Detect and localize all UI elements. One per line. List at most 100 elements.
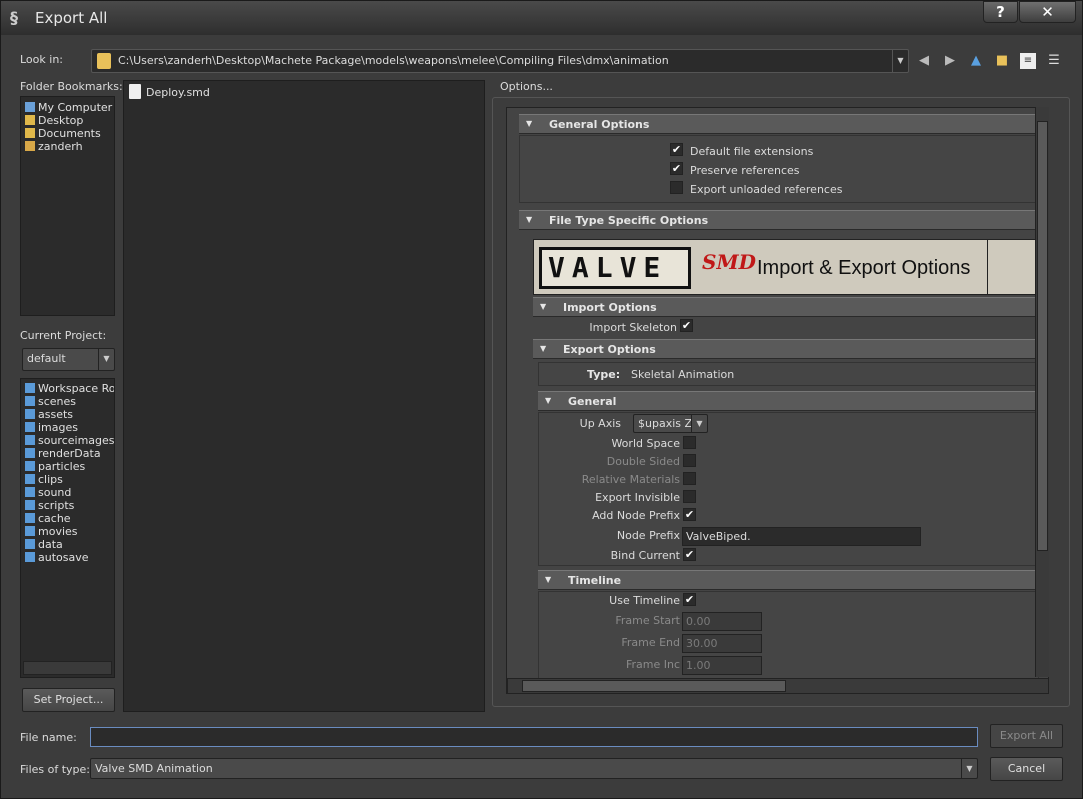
node-prefix-label: Node Prefix	[616, 529, 680, 542]
banner-text: Import & Export Options	[757, 257, 971, 279]
files-of-type-label: Files of type:	[20, 763, 91, 776]
project-folder-label: data	[38, 538, 63, 551]
project-folder-item[interactable]: sourceimages	[25, 434, 114, 447]
project-folders-list: Workspace Roo scenes assets images sourceima…	[20, 378, 115, 678]
project-folder-item[interactable]: sound	[25, 486, 71, 499]
up-axis-value: $upaxis Z	[638, 417, 693, 430]
frame-inc-input[interactable]: 1.00	[682, 656, 762, 675]
section-title: General Options	[549, 118, 650, 131]
back-arrow-icon[interactable]: ◀	[916, 53, 932, 69]
double-sided-checkbox[interactable]	[683, 454, 696, 467]
project-folder-label: particles	[38, 460, 86, 473]
project-folder-item[interactable]: assets	[25, 408, 73, 421]
project-folder-item[interactable]: autosave	[25, 551, 89, 564]
window-title: Export All	[35, 9, 108, 27]
project-folder-label: scenes	[38, 395, 77, 408]
export-options-header[interactable]: ▼ Export Options	[533, 339, 1039, 359]
project-folder-label: cache	[38, 512, 71, 525]
double-sided-label: Double Sided	[606, 455, 680, 468]
project-folder-item[interactable]: images	[25, 421, 78, 434]
bookmark-label: Desktop	[38, 114, 84, 127]
chevron-down-icon[interactable]: ▼	[98, 349, 114, 370]
import-options-header[interactable]: ▼ Import Options	[533, 297, 1039, 317]
bookmark-item[interactable]: Documents	[25, 127, 101, 140]
world-space-checkbox[interactable]	[683, 436, 696, 449]
options-vertical-scrollbar[interactable]	[1035, 107, 1049, 677]
bookmark-item[interactable]: My Computer	[25, 101, 112, 114]
default-file-extensions-checkbox[interactable]: ✔	[670, 143, 683, 156]
close-button[interactable]: ✕	[1019, 1, 1076, 23]
file-name-input[interactable]	[90, 727, 978, 747]
type-value: Skeletal Animation	[631, 368, 735, 381]
folder-icon	[25, 474, 35, 484]
options-horizontal-scrollbar[interactable]	[507, 678, 1048, 693]
project-folder-item[interactable]: scripts	[25, 499, 74, 512]
general-options-header[interactable]: ▼ General Options	[519, 114, 1039, 134]
list-view-icon[interactable]: ≡	[1020, 53, 1036, 69]
project-folder-item[interactable]: renderData	[25, 447, 101, 460]
up-axis-combo[interactable]: $upaxis Z ▼	[633, 414, 708, 433]
project-folder-item[interactable]: scenes	[25, 395, 76, 408]
detail-view-icon[interactable]: ☰	[1046, 53, 1062, 69]
export-all-button[interactable]: Export All	[990, 724, 1063, 748]
bookmark-label: My Computer	[38, 101, 113, 114]
project-folder-item[interactable]: Workspace Roo	[25, 382, 114, 395]
add-node-prefix-checkbox[interactable]: ✔	[683, 508, 696, 521]
project-folder-item[interactable]: cache	[25, 512, 71, 525]
folder-icon	[25, 422, 35, 432]
project-folder-item[interactable]: data	[25, 538, 63, 551]
parent-folder-icon[interactable]: ▲	[968, 53, 984, 69]
project-value: default	[27, 352, 66, 365]
frame-end-label: Frame End	[621, 636, 680, 649]
folder-icon	[25, 383, 35, 393]
frame-inc-label: Frame Inc	[625, 658, 680, 671]
relative-materials-checkbox[interactable]	[683, 472, 696, 485]
add-node-prefix-label: Add Node Prefix	[592, 509, 680, 522]
preserve-references-label: Preserve references	[690, 164, 800, 177]
timeline-section-header[interactable]: ▼ Timeline	[538, 570, 1039, 590]
export-invisible-checkbox[interactable]	[683, 490, 696, 503]
project-folder-item[interactable]: clips	[25, 473, 63, 486]
bind-current-checkbox[interactable]: ✔	[683, 548, 696, 561]
export-unloaded-references-checkbox[interactable]	[670, 181, 683, 194]
set-project-button[interactable]: Set Project...	[22, 688, 115, 712]
project-folder-label: clips	[38, 473, 63, 486]
folder-icon	[25, 500, 35, 510]
lookin-combo[interactable]: C:\Users\zanderh\Desktop\Machete Package…	[91, 49, 909, 73]
folder-icon	[97, 53, 111, 69]
collapse-triangle-icon: ▼	[526, 215, 533, 224]
general-section-header[interactable]: ▼ General	[538, 391, 1039, 411]
new-folder-icon[interactable]: ■	[994, 53, 1010, 69]
preserve-references-checkbox[interactable]: ✔	[670, 162, 683, 175]
horizontal-scrollbar[interactable]	[23, 661, 112, 675]
chevron-down-icon[interactable]: ▼	[691, 415, 707, 432]
folder-icon	[25, 435, 35, 445]
project-folder-item[interactable]: particles	[25, 460, 85, 473]
bookmark-item[interactable]: Desktop	[25, 114, 83, 127]
cancel-button[interactable]: Cancel	[990, 757, 1063, 781]
chevron-down-icon[interactable]: ▼	[892, 50, 908, 72]
file-item[interactable]: Deploy.smd	[129, 84, 210, 99]
help-button[interactable]: ?	[983, 1, 1018, 23]
computer-icon	[25, 102, 35, 112]
file-type-options-header[interactable]: ▼ File Type Specific Options	[519, 210, 1039, 230]
scrollbar-thumb[interactable]	[522, 680, 786, 692]
forward-arrow-icon[interactable]: ▶	[942, 53, 958, 69]
default-file-extensions-label: Default file extensions	[690, 145, 814, 158]
files-of-type-combo[interactable]: Valve SMD Animation ▼	[90, 758, 978, 779]
folder-icon	[25, 128, 35, 138]
use-timeline-checkbox[interactable]: ✔	[683, 593, 696, 606]
project-folder-item[interactable]: movies	[25, 525, 78, 538]
bookmark-item[interactable]: zanderh	[25, 140, 83, 153]
chevron-down-icon[interactable]: ▼	[961, 759, 977, 778]
node-prefix-input[interactable]: ValveBiped.	[682, 527, 921, 546]
scrollbar-thumb[interactable]	[1037, 121, 1048, 551]
file-name-label: File name:	[20, 731, 77, 744]
frame-end-input[interactable]: 30.00	[682, 634, 762, 653]
relative-materials-label: Relative Materials	[581, 473, 680, 486]
import-skeleton-checkbox[interactable]: ✔	[680, 319, 693, 332]
project-combo[interactable]: default ▼	[22, 348, 115, 371]
frame-start-input[interactable]: 0.00	[682, 612, 762, 631]
project-folder-label: renderData	[38, 447, 101, 460]
valve-logo: VALVE	[539, 247, 691, 289]
